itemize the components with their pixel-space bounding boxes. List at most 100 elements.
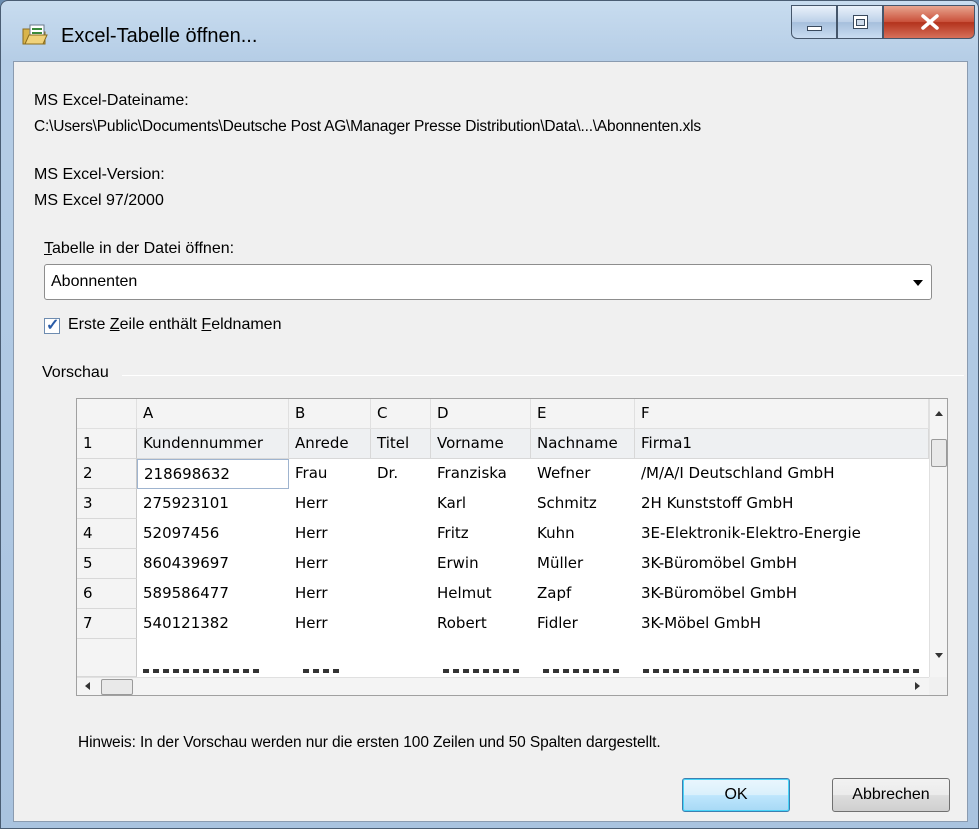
sheet-label-text: abelle in der Datei öffnen: (52, 240, 235, 257)
grid-cell[interactable] (371, 609, 431, 639)
row-header[interactable]: 1 (77, 429, 137, 459)
grid-cell[interactable]: 3K-Möbel GmbH (635, 609, 929, 639)
grid-cell[interactable]: 860439697 (137, 549, 289, 579)
column-header[interactable]: E (531, 399, 635, 429)
preview-grid[interactable]: A B C D E F 1 Kundennummer Anrede Titel … (76, 398, 948, 696)
grid-cell[interactable] (371, 549, 431, 579)
grid-cell[interactable]: Frau (289, 459, 371, 489)
filename-label: MS Excel-Dateiname: (34, 92, 189, 109)
grid-cell[interactable]: /M/A/I Deutschland GmbH (635, 459, 929, 489)
grid-cell[interactable]: Schmitz (531, 489, 635, 519)
maximize-icon (853, 15, 868, 29)
grid-cell[interactable]: Kuhn (531, 519, 635, 549)
version-value: MS Excel 97/2000 (34, 192, 164, 209)
sheet-select-value: Abonnenten (51, 273, 138, 290)
vertical-scroll-thumb[interactable] (931, 439, 947, 467)
scrollbar-corner (929, 677, 947, 695)
row-header[interactable]: 4 (77, 519, 137, 549)
grid-cell[interactable]: Müller (531, 549, 635, 579)
grid-cell[interactable]: Robert (431, 609, 531, 639)
grid-cell[interactable]: 589586477 (137, 579, 289, 609)
sheet-label-accesskey: T (44, 240, 52, 257)
excel-folder-icon (22, 24, 48, 45)
grid-cell[interactable]: Franziska (431, 459, 531, 489)
grid-cell[interactable]: 3K-Büromöbel GmbH (635, 549, 929, 579)
row-header[interactable]: 5 (77, 549, 137, 579)
grid-cell[interactable]: Firma1 (635, 429, 929, 459)
header-row-checkbox[interactable]: ✓ (44, 317, 60, 334)
header-row-label-part2: eile enthält (119, 316, 202, 333)
grid-cell-selected[interactable]: 218698632 (137, 459, 289, 489)
preview-group-label: Vorschau (42, 364, 109, 381)
header-row-label-key2: F (201, 316, 212, 333)
ok-button[interactable]: OK (682, 778, 790, 812)
column-header[interactable]: F (635, 399, 929, 429)
preview-group-divider (122, 375, 964, 376)
dialog-body: MS Excel-Dateiname: C:\Users\Public\Docu… (13, 61, 968, 822)
preview-hint: Hinweis: In der Vorschau werden nur die … (78, 734, 661, 751)
checkmark-icon: ✓ (46, 317, 60, 334)
title-bar[interactable]: Excel-Tabelle öffnen... (1, 1, 978, 61)
sheet-select-label: Tabelle in der Datei öffnen: (44, 240, 234, 258)
grid-cell[interactable]: Nachname (531, 429, 635, 459)
row-header[interactable]: 3 (77, 489, 137, 519)
grid-cell[interactable]: 2H Kunststoff GmbH (635, 489, 929, 519)
header-row-label-key1: Z (109, 316, 120, 333)
minimize-icon (807, 26, 822, 31)
grid-cell[interactable]: 3K-Büromöbel GmbH (635, 579, 929, 609)
maximize-button[interactable] (837, 5, 883, 39)
grid-cell[interactable]: Helmut (431, 579, 531, 609)
close-icon (921, 14, 939, 30)
dialog-window: Excel-Tabelle öffnen... MS Excel-Dateina… (0, 0, 979, 829)
grid-cell[interactable]: Karl (431, 489, 531, 519)
cancel-button[interactable]: Abbrechen (832, 778, 950, 812)
window-title: Excel-Tabelle öffnen... (61, 25, 258, 47)
grid-cell[interactable]: Herr (289, 519, 371, 549)
scroll-up-icon[interactable] (935, 411, 943, 416)
horizontal-scrollbar[interactable] (77, 677, 929, 695)
chevron-down-icon[interactable] (913, 280, 923, 286)
scroll-right-icon[interactable] (915, 682, 920, 690)
grid-cell[interactable]: Herr (289, 489, 371, 519)
grid-cell[interactable]: Kundennummer (137, 429, 289, 459)
grid-cell[interactable]: Herr (289, 549, 371, 579)
row-header[interactable]: 7 (77, 609, 137, 639)
grid-cell[interactable]: Fritz (431, 519, 531, 549)
grid-cell[interactable]: Fidler (531, 609, 635, 639)
grid-cell[interactable]: Wefner (531, 459, 635, 489)
scroll-down-icon[interactable] (935, 653, 943, 658)
grid-cell[interactable]: Zapf (531, 579, 635, 609)
grid-cell[interactable]: Anrede (289, 429, 371, 459)
column-header[interactable]: B (289, 399, 371, 429)
column-header[interactable]: C (371, 399, 431, 429)
grid-cell[interactable]: 3E-Elektronik-Elektro-Energie (635, 519, 929, 549)
grid-cell[interactable]: 52097456 (137, 519, 289, 549)
close-button[interactable] (883, 5, 975, 39)
column-header[interactable]: A (137, 399, 289, 429)
grid-cell[interactable]: Herr (289, 609, 371, 639)
grid-cell[interactable]: Herr (289, 579, 371, 609)
grid-cell[interactable] (371, 579, 431, 609)
vertical-scrollbar[interactable] (929, 399, 947, 677)
grid-cell[interactable] (371, 489, 431, 519)
partial-row-hint (143, 669, 923, 675)
grid-cell[interactable]: 275923101 (137, 489, 289, 519)
sheet-select[interactable]: Abonnenten (44, 264, 932, 300)
row-header[interactable]: 2 (77, 459, 137, 489)
row-header-partial[interactable] (77, 639, 137, 677)
grid-cell[interactable]: Dr. (371, 459, 431, 489)
filename-value: C:\Users\Public\Documents\Deutsche Post … (34, 118, 701, 135)
header-row-label[interactable]: Erste Zeile enthält Feldnamen (68, 316, 281, 334)
grid-cell[interactable]: Titel (371, 429, 431, 459)
minimize-button[interactable] (791, 5, 837, 39)
scroll-left-icon[interactable] (85, 682, 90, 690)
grid-cell[interactable]: 540121382 (137, 609, 289, 639)
grid-cell[interactable] (371, 519, 431, 549)
version-label: MS Excel-Version: (34, 166, 165, 183)
grid-cell[interactable]: Vorname (431, 429, 531, 459)
column-header[interactable]: D (431, 399, 531, 429)
grid-corner-header[interactable] (77, 399, 137, 429)
horizontal-scroll-thumb[interactable] (101, 679, 133, 695)
row-header[interactable]: 6 (77, 579, 137, 609)
grid-cell[interactable]: Erwin (431, 549, 531, 579)
